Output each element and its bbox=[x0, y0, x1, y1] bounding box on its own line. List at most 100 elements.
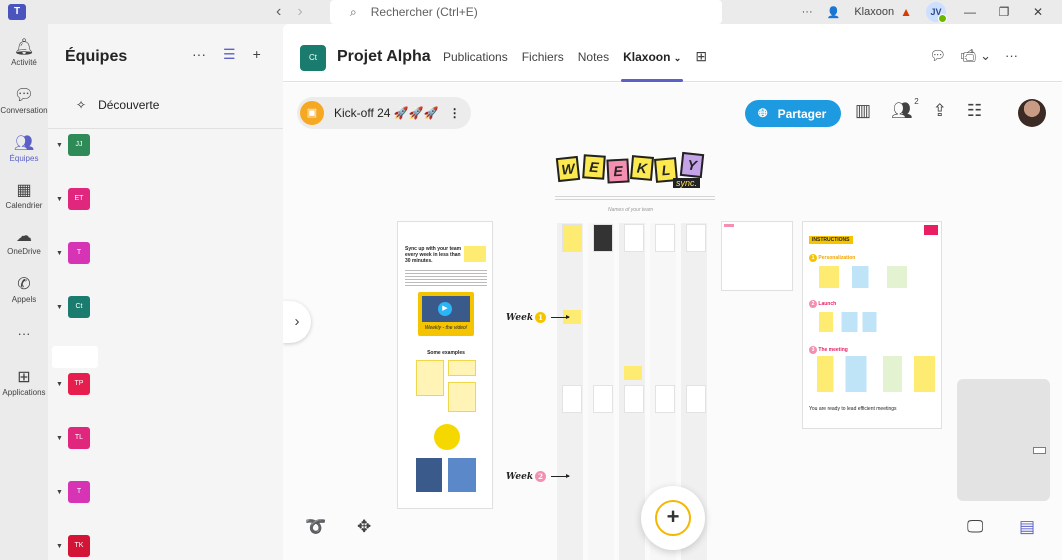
chat-icon[interactable]: 💬︎ bbox=[929, 48, 946, 64]
caret-down-icon[interactable]: ▼ bbox=[56, 250, 68, 257]
people-icon[interactable]: 👤 bbox=[827, 6, 841, 19]
team-item[interactable]: ▼ JJ bbox=[56, 134, 90, 156]
team-member-card[interactable] bbox=[593, 224, 613, 252]
rail-item-apps[interactable]: ⊞ Applications bbox=[0, 368, 48, 397]
globe-icon: 🌐︎ bbox=[758, 106, 768, 120]
apps-icon: ⊞ bbox=[17, 369, 31, 386]
settings-sliders-icon[interactable]: ☷ bbox=[967, 101, 982, 121]
frame-tag bbox=[724, 224, 734, 227]
team-avatar: JJ bbox=[68, 134, 90, 156]
caret-down-icon[interactable]: ▼ bbox=[56, 435, 68, 442]
rail-label: Équipes bbox=[9, 154, 39, 163]
search-input[interactable]: ⌕ Rechercher (Ctrl+E) bbox=[330, 0, 722, 24]
empty-frame[interactable] bbox=[721, 221, 793, 291]
teams-panel: Équipes ··· ☰ + ✧ Découverte ▼ JJ ▼ ET ▼ T … bbox=[48, 24, 283, 560]
caret-down-icon[interactable]: ▼ bbox=[56, 196, 68, 203]
sticky-notes-icon[interactable]: ▤ bbox=[1019, 517, 1035, 537]
present-screen-icon[interactable]: 🖵︎ bbox=[967, 517, 983, 537]
example-card bbox=[448, 382, 476, 412]
caret-down-icon[interactable]: ▼ bbox=[56, 543, 68, 550]
back-arrow-icon[interactable]: ‹ bbox=[276, 3, 281, 21]
tab-klaxoon[interactable]: Klaxoon ⌄ bbox=[621, 50, 684, 82]
add-icon[interactable]: + bbox=[253, 46, 261, 63]
team-item[interactable]: ▼ ET bbox=[56, 188, 90, 210]
team-member-slot[interactable] bbox=[655, 224, 675, 252]
board-cell[interactable] bbox=[624, 385, 644, 413]
team-item[interactable]: ▼ TK bbox=[56, 535, 90, 557]
klaxoon-board[interactable]: ▣ Kick-off 24 🚀🚀🚀 ⋮ 🌐︎ Partager ▥ 👥︎ 2 ⇪ … bbox=[283, 83, 1062, 560]
rail-more[interactable]: ··· bbox=[0, 326, 48, 341]
tab-notes[interactable]: Notes bbox=[578, 50, 609, 65]
rail-item-teams[interactable]: 👥︎ Équipes bbox=[0, 134, 48, 163]
share-button[interactable]: 🌐︎ Partager bbox=[745, 100, 841, 127]
team-item[interactable]: ▼ Ct bbox=[56, 296, 90, 318]
more-options-icon[interactable]: ··· bbox=[802, 6, 813, 18]
team-item[interactable]: ▼ T bbox=[56, 242, 90, 264]
export-icon[interactable]: ⇪ bbox=[933, 101, 947, 121]
team-member-card[interactable] bbox=[562, 224, 582, 252]
board-cell[interactable] bbox=[655, 385, 675, 413]
user-avatar[interactable]: JV bbox=[926, 2, 947, 23]
tab-label: Klaxoon bbox=[623, 50, 671, 64]
team-avatar: TP bbox=[68, 373, 90, 395]
lasso-tool-icon[interactable]: ➰ bbox=[305, 517, 326, 537]
caret-down-icon[interactable]: ▼ bbox=[56, 489, 68, 496]
forward-arrow-icon[interactable]: › bbox=[297, 3, 302, 21]
rail-item-calls[interactable]: ✆ Appels bbox=[0, 275, 48, 304]
rail-item-chat[interactable]: 💬︎ Conversation bbox=[0, 86, 48, 115]
participants-icon[interactable]: 👥︎ 2 bbox=[891, 97, 919, 121]
caret-down-icon[interactable]: ▼ bbox=[56, 142, 68, 149]
instructions-panel[interactable]: INSTRUCTIONS 1 Personalization 2 Launch … bbox=[802, 221, 942, 429]
tab-publications[interactable]: Publications bbox=[443, 50, 508, 65]
board-cell[interactable] bbox=[686, 385, 706, 413]
board-name-pill[interactable]: ▣ Kick-off 24 🚀🚀🚀 ⋮ bbox=[297, 97, 471, 129]
week-1-label: Week 1 bbox=[506, 312, 571, 323]
sticky-note[interactable] bbox=[624, 366, 642, 380]
tab-fichiers[interactable]: Fichiers bbox=[522, 50, 564, 65]
rail-item-activity[interactable]: 🔔︎ Activité bbox=[0, 38, 48, 67]
more-options-icon[interactable]: ··· bbox=[1005, 48, 1018, 64]
warning-icon[interactable]: ▲ bbox=[900, 5, 912, 19]
board-cell[interactable] bbox=[593, 385, 613, 413]
add-content-button[interactable]: + bbox=[641, 486, 705, 550]
move-tool-icon[interactable]: ✥ bbox=[357, 517, 371, 537]
title-letter: W bbox=[555, 155, 581, 183]
kebab-menu-icon[interactable]: ⋮ bbox=[449, 106, 461, 120]
caret-down-icon[interactable]: ▼ bbox=[56, 304, 68, 311]
board-cell[interactable] bbox=[562, 385, 582, 413]
video-call-icon[interactable]: 📹︎ ⌄ bbox=[960, 48, 991, 64]
example-card bbox=[448, 360, 476, 376]
titlebar-right: ··· 👤 Klaxoon ▲ JV — ❐ ✕ bbox=[802, 0, 1062, 24]
chart-icon[interactable]: ▥ bbox=[855, 101, 871, 121]
teams-icon: 👥︎ bbox=[13, 135, 35, 152]
org-name[interactable]: Klaxoon bbox=[854, 6, 894, 18]
filter-icon[interactable]: ☰ bbox=[223, 46, 236, 63]
caret-down-icon[interactable]: ▼ bbox=[56, 381, 68, 388]
user-photo-avatar[interactable] bbox=[1018, 99, 1046, 127]
calendar-icon: ▦ bbox=[16, 182, 32, 199]
expand-panel-button[interactable]: › bbox=[283, 301, 311, 343]
minimap-viewport[interactable] bbox=[1033, 447, 1046, 454]
team-member-slot[interactable] bbox=[624, 224, 644, 252]
team-member-slot[interactable] bbox=[686, 224, 706, 252]
rail-label: Activité bbox=[11, 58, 37, 67]
discover-link[interactable]: ✧ Découverte bbox=[76, 98, 159, 112]
video-card[interactable]: ▶ Weekly - the video! bbox=[418, 292, 474, 336]
minimize-icon[interactable]: — bbox=[960, 5, 980, 19]
intro-panel[interactable]: Sync up with your team every week in les… bbox=[397, 221, 493, 509]
team-item[interactable]: ▼ TL bbox=[56, 427, 90, 449]
close-icon[interactable]: ✕ bbox=[1028, 5, 1048, 19]
more-options-icon[interactable]: ··· bbox=[192, 46, 206, 63]
chevron-right-icon: › bbox=[294, 313, 300, 330]
add-tab-icon[interactable]: ⊞ bbox=[695, 48, 707, 65]
minimap[interactable] bbox=[957, 379, 1050, 501]
restore-icon[interactable]: ❐ bbox=[994, 5, 1014, 19]
rail-item-calendar[interactable]: ▦ Calendrier bbox=[0, 181, 48, 210]
panel-title: Équipes bbox=[65, 48, 128, 65]
team-item[interactable]: ▼ TP bbox=[56, 373, 90, 395]
team-item[interactable]: ▼ T bbox=[56, 481, 90, 503]
plus-icon: + bbox=[655, 500, 691, 536]
play-icon[interactable]: ▶ bbox=[438, 302, 452, 316]
rail-item-onedrive[interactable]: ☁︎ OneDrive bbox=[0, 227, 48, 256]
intro-text bbox=[405, 270, 487, 286]
